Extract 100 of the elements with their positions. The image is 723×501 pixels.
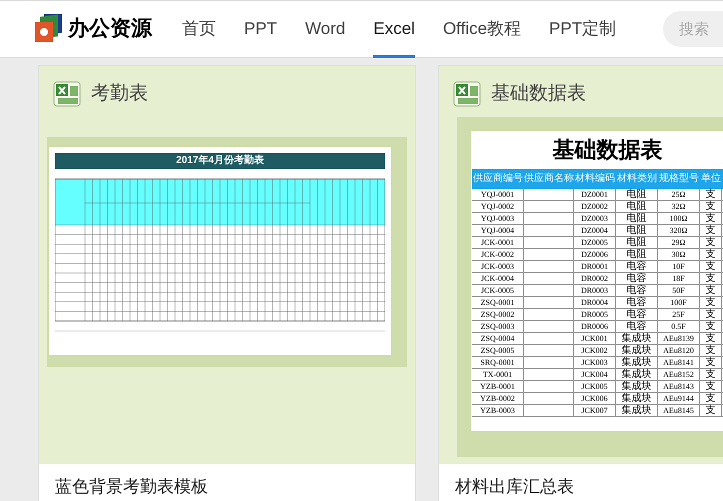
table-cell: 电容 <box>616 272 658 284</box>
table-cell: 支 <box>700 296 722 308</box>
sheet-title: 2017年4月份考勤表 <box>55 152 385 168</box>
table-cell: 支 <box>700 404 722 416</box>
table-cell: 集成块 <box>616 356 658 368</box>
table-cell: 支 <box>700 260 722 272</box>
table-cell: ZSQ-0001 <box>472 296 524 308</box>
card-caption[interactable]: 材料出库汇总表 <box>439 464 723 500</box>
table-cell: AEu8143 <box>658 380 700 392</box>
table-cell: YQJ-0002 <box>472 200 524 212</box>
table-cell: DZ0005 <box>574 236 616 248</box>
table-cell: DR0003 <box>574 284 616 296</box>
table-cell: 集成块 <box>616 392 658 404</box>
table-cell: YZB-0003 <box>472 404 524 416</box>
column-header: 供应商名称 <box>524 172 574 186</box>
table-cell: 集成块 <box>616 344 658 356</box>
table-cell: 电容 <box>616 260 658 272</box>
table-cell: 25Ω <box>658 188 700 200</box>
template-card[interactable] <box>438 65 723 501</box>
table-cell: 支 <box>700 368 722 380</box>
table-cell: 18F <box>658 272 700 284</box>
table-cell: 集成块 <box>616 332 658 344</box>
table-cell: 支 <box>700 224 722 236</box>
table-cell: 支 <box>700 332 722 344</box>
card-caption[interactable]: 蓝色背景考勤表模板 <box>39 464 415 500</box>
table-cell: 支 <box>700 308 722 320</box>
nav-link[interactable]: Excel <box>373 0 415 58</box>
card-heading: 基础数据表 <box>491 82 586 106</box>
logo-icon <box>32 14 64 44</box>
table-cell: 30Ω <box>658 248 700 260</box>
table-cell: JCK-0003 <box>472 260 524 272</box>
table-cell: JCK006 <box>574 392 616 404</box>
column-header: 材料编码 <box>574 172 616 186</box>
spreadsheet-icon <box>53 80 81 108</box>
nav-link[interactable]: PPT <box>244 0 278 58</box>
column-header: 供应商编号 <box>472 172 524 186</box>
table-cell: 320Ω <box>658 224 700 236</box>
table-cell: 电阻 <box>616 224 658 236</box>
table-cell: 电阻 <box>616 248 658 260</box>
table-cell: 100Ω <box>658 212 700 224</box>
table-cell: YQJ-0001 <box>472 188 524 200</box>
table-cell: 电阻 <box>616 212 658 224</box>
logo-text[interactable]: 办公资源 <box>68 13 152 45</box>
table-cell: 电容 <box>616 284 658 296</box>
table-cell: 电容 <box>616 308 658 320</box>
column-header: 材料类别 <box>616 172 658 186</box>
table-cell: 集成块 <box>616 380 658 392</box>
table-cell: JCK-0004 <box>472 272 524 284</box>
card-heading: 考勤表 <box>91 82 148 106</box>
table-cell: YQJ-0004 <box>472 224 524 236</box>
table-cell: AEu8145 <box>658 404 700 416</box>
table-cell: ZSQ-0005 <box>472 344 524 356</box>
table-cell: DZ0006 <box>574 248 616 260</box>
table-cell: YZB-0001 <box>472 380 524 392</box>
table-cell: JCK005 <box>574 380 616 392</box>
table-cell: 集成块 <box>616 368 658 380</box>
table-cell: 50F <box>658 284 700 296</box>
table-cell: 支 <box>700 392 722 404</box>
table-cell: DR0002 <box>574 272 616 284</box>
table-cell: AEu9144 <box>658 392 700 404</box>
table-cell: JCK-0005 <box>472 284 524 296</box>
table-cell: JCK-0001 <box>472 236 524 248</box>
table-cell: 支 <box>700 236 722 248</box>
table-cell: AEu8141 <box>658 356 700 368</box>
table-cell: DR0001 <box>574 260 616 272</box>
table-cell: 25F <box>658 308 700 320</box>
table-cell: 支 <box>700 320 722 332</box>
table-cell: DR0004 <box>574 296 616 308</box>
table-cell: 0.5F <box>658 320 700 332</box>
table-cell: AEu8139 <box>658 332 700 344</box>
table-cell: SRQ-0001 <box>472 356 524 368</box>
table-cell: 10F <box>658 260 700 272</box>
table-cell: 电阻 <box>616 188 658 200</box>
table-cell: DZ0001 <box>574 188 616 200</box>
table-cell: 支 <box>700 272 722 284</box>
nav-link[interactable]: PPT定制 <box>549 0 616 58</box>
nav-link[interactable]: Word <box>305 0 346 58</box>
table-cell: ZSQ-0004 <box>472 332 524 344</box>
table-cell: JCK002 <box>574 344 616 356</box>
table-cell: 电阻 <box>616 236 658 248</box>
table-cell: 100F <box>658 296 700 308</box>
table-cell: YZB-0002 <box>472 392 524 404</box>
table-cell: DR0005 <box>574 308 616 320</box>
table-cell: JCK007 <box>574 404 616 416</box>
table-cell: DZ0003 <box>574 212 616 224</box>
template-card[interactable]: 考勤表 2017年4月份考勤表 蓝色背景考勤表模板 <box>38 65 416 501</box>
table-cell: 支 <box>700 248 722 260</box>
search-field[interactable]: 搜索 <box>663 11 723 47</box>
table-cell: 支 <box>700 380 722 392</box>
table-cell: 支 <box>700 284 722 296</box>
nav-link[interactable]: Office教程 <box>442 0 522 58</box>
table-cell: 29Ω <box>658 236 700 248</box>
spreadsheet-icon <box>453 80 481 108</box>
table-cell: DZ0004 <box>574 224 616 236</box>
table-cell: AEu8120 <box>658 344 700 356</box>
table-cell: 支 <box>700 212 722 224</box>
nav-link[interactable]: 首页 <box>182 0 216 58</box>
table-cell: 支 <box>700 200 722 212</box>
table-cell: 集成块 <box>616 404 658 416</box>
column-header: 规格型号 <box>658 172 700 186</box>
